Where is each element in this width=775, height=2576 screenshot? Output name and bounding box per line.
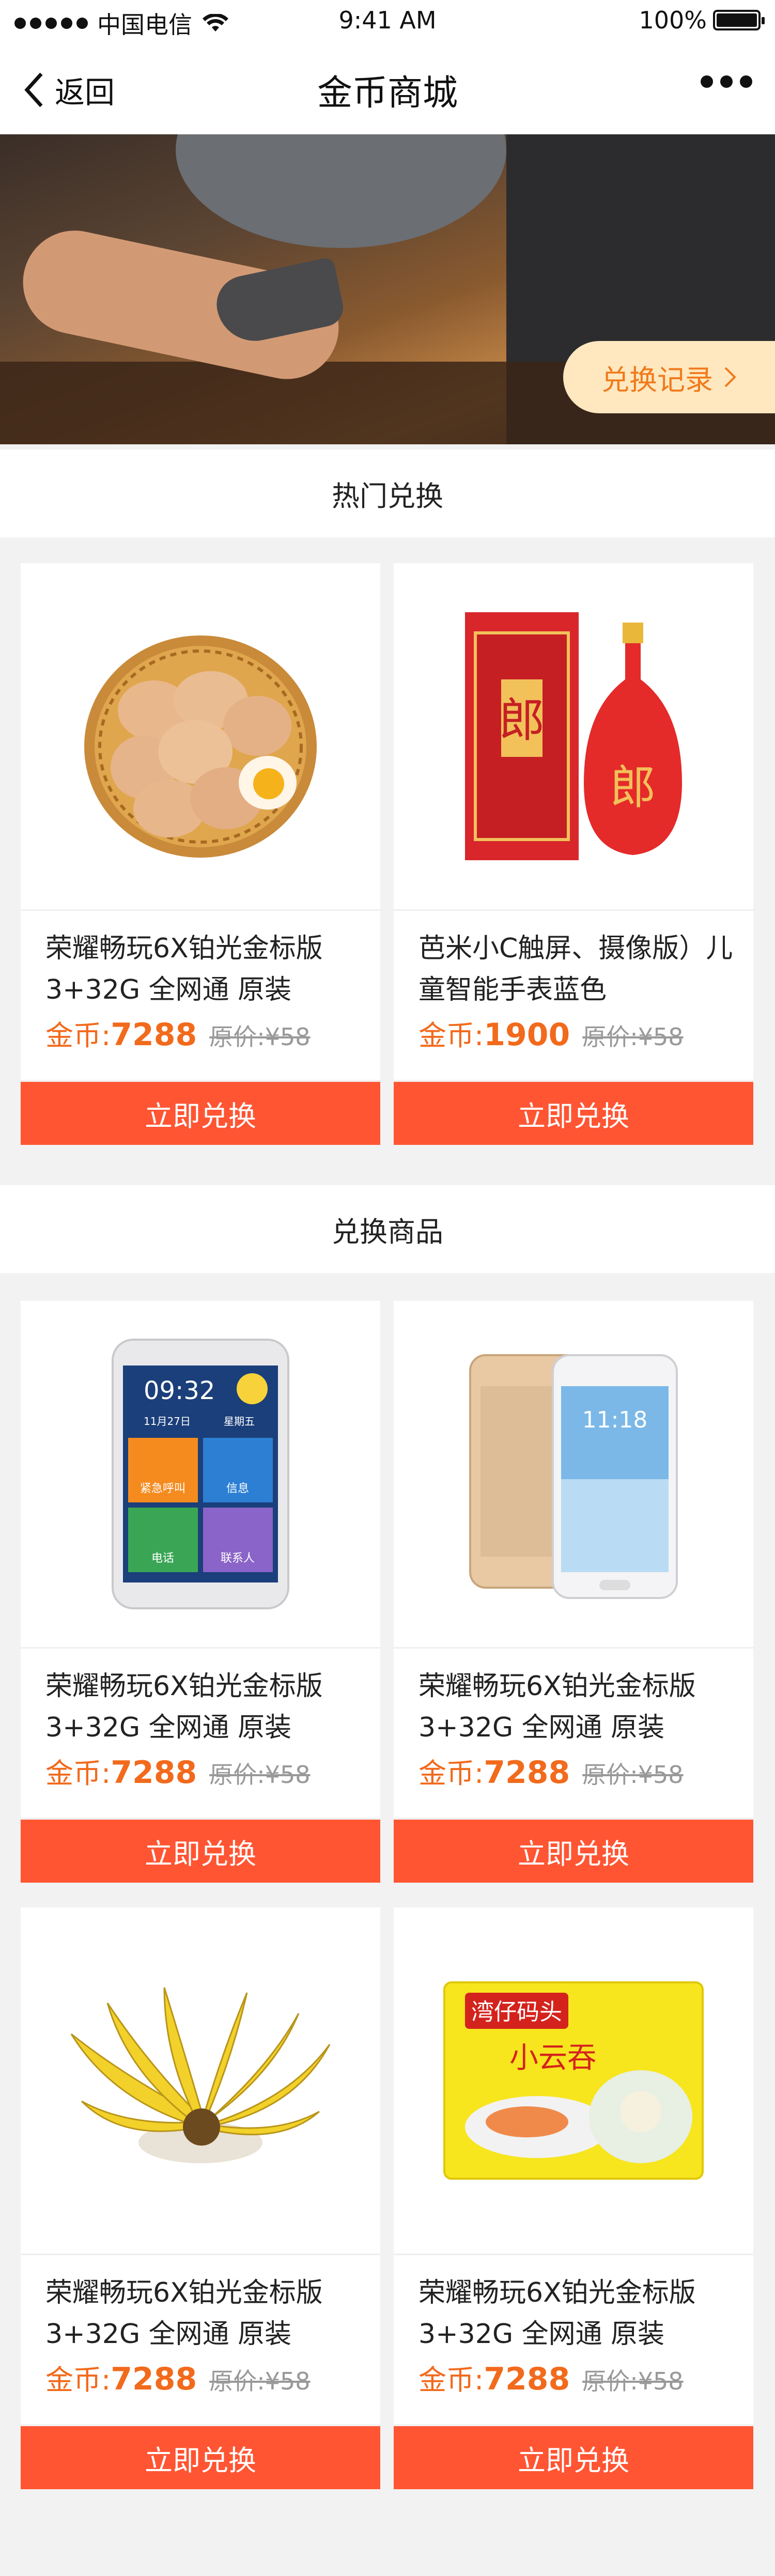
- coin-value: 7288: [111, 1755, 197, 1791]
- exchange-record-label: 兑换记录: [601, 363, 713, 396]
- exchange-button[interactable]: 立即兑换: [21, 2426, 380, 2489]
- exchange-button[interactable]: 立即兑换: [394, 1820, 753, 1883]
- product-price: 金币: 7288 原价:¥58: [419, 2357, 684, 2398]
- nav-bar: 返回 金币商城: [0, 43, 775, 134]
- product-card[interactable]: 荣耀畅玩6X铂光金标版3+32G 全网通 原装 金币: 7288 原价:¥58 …: [21, 1907, 380, 2489]
- coin-label: 金币:: [419, 1757, 484, 1790]
- wonton-product: 小云吞: [509, 2041, 596, 2075]
- coin-label: 金币:: [45, 1019, 111, 1052]
- tile-contacts: 联系人: [221, 1552, 255, 1565]
- coin-label: 金币:: [419, 1019, 484, 1052]
- product-price: 金币: 7288 原价:¥58: [45, 1013, 311, 1053]
- original-price: 原价:¥58: [209, 1761, 311, 1789]
- product-name: 芭米小C触屏、摄像版）儿童智能手表蓝色: [419, 933, 733, 1005]
- coin-label: 金币:: [45, 2364, 111, 2396]
- phone-weekday: 星期五: [224, 1415, 255, 1427]
- section-exchange-goods: 兑换商品: [0, 1185, 775, 1273]
- phone-time: 09:32: [144, 1376, 215, 1405]
- coin-value: 1900: [484, 1017, 570, 1053]
- coin-label: 金币:: [45, 1757, 111, 1790]
- original-price: 原价:¥58: [209, 1023, 311, 1051]
- product-card[interactable]: 荣耀畅玩6X铂光金标版3+32G 全网通 原装 金币: 7288 原价:¥58 …: [21, 563, 380, 1145]
- exchange-button[interactable]: 立即兑换: [21, 1082, 380, 1145]
- original-price: 原价:¥58: [582, 2367, 684, 2395]
- product-image-smartphone: 11:18: [394, 1301, 753, 1647]
- product-name: 荣耀畅玩6X铂光金标版3+32G 全网通 原装: [419, 2277, 696, 2350]
- original-price: 原价:¥58: [209, 2367, 311, 2395]
- product-price: 金币: 1900 原价:¥58: [419, 1013, 684, 1053]
- coin-value: 7288: [111, 2361, 197, 2397]
- exchange-button[interactable]: 立即兑换: [394, 2426, 753, 2489]
- coin-value: 7288: [484, 2361, 570, 2397]
- coin-value: 7288: [111, 1017, 197, 1053]
- section-hot-exchange: 热门兑换: [0, 449, 775, 537]
- product-image-wonton: 湾仔码头 小云吞: [394, 1907, 753, 2254]
- coin-label: 金币:: [419, 2364, 484, 2396]
- product-image-bananas: [21, 1907, 380, 2254]
- product-card[interactable]: 郎 郎 芭米小C触屏、摄像版）儿童智能手表蓝色 金币: 1900 原价:¥58 …: [394, 563, 753, 1145]
- product-image-liquor: 郎 郎: [394, 563, 753, 909]
- product-price: 金币: 7288 原价:¥58: [45, 1750, 311, 1791]
- tile-call: 电话: [151, 1552, 174, 1565]
- wonton-brand: 湾仔码头: [471, 1999, 562, 2025]
- phone-date: 11月27日: [144, 1415, 191, 1427]
- product-name: 荣耀畅玩6X铂光金标版3+32G 全网通 原装: [419, 1671, 696, 1743]
- product-card[interactable]: 09:32 11月27日 星期五 紧急呼叫 信息 电话 联系人 荣耀畅玩6X铂光…: [21, 1301, 380, 1883]
- product-name: 荣耀畅玩6X铂光金标版3+32G 全网通 原装: [45, 1671, 323, 1743]
- product-card[interactable]: 湾仔码头 小云吞 荣耀畅玩6X铂光金标版3+32G 全网通 原装 金币: 728…: [394, 1907, 753, 2489]
- page-title: 金币商城: [317, 73, 458, 114]
- tile-message: 信息: [226, 1482, 249, 1495]
- section-title: 兑换商品: [332, 1215, 443, 1248]
- gold-phone-time: 11:18: [582, 1407, 648, 1433]
- banner[interactable]: 兑换记录: [0, 134, 775, 444]
- product-image-eggs: [21, 563, 380, 909]
- exchange-button[interactable]: 立即兑换: [394, 1082, 753, 1145]
- liquor-bottle-label: 郎: [610, 761, 656, 815]
- coin-value: 7288: [484, 1755, 570, 1791]
- product-card[interactable]: 11:18 荣耀畅玩6X铂光金标版3+32G 全网通 原装 金币: 7288 原…: [394, 1301, 753, 1883]
- battery-icon: [713, 10, 765, 30]
- original-price: 原价:¥58: [582, 1023, 684, 1051]
- tile-emergency: 紧急呼叫: [140, 1482, 185, 1495]
- product-price: 金币: 7288 原价:¥58: [419, 1750, 684, 1791]
- status-bar: 中国电信 9:41 AM 100%: [0, 0, 775, 43]
- chevron-right-icon: [724, 367, 736, 387]
- exchange-button[interactable]: 立即兑换: [21, 1820, 380, 1883]
- product-name: 荣耀畅玩6X铂光金标版3+32G 全网通 原装: [45, 933, 323, 1005]
- exchange-record-button[interactable]: 兑换记录: [563, 341, 775, 413]
- battery-label: 100%: [639, 6, 707, 34]
- liquor-box-label: 郎: [499, 693, 545, 748]
- section-title: 热门兑换: [332, 479, 443, 513]
- more-icon[interactable]: [701, 75, 752, 88]
- product-name: 荣耀畅玩6X铂光金标版3+32G 全网通 原装: [45, 2277, 323, 2350]
- original-price: 原价:¥58: [582, 1761, 684, 1789]
- product-price: 金币: 7288 原价:¥58: [45, 2357, 311, 2398]
- product-image-senior-phone: 09:32 11月27日 星期五 紧急呼叫 信息 电话 联系人: [21, 1301, 380, 1647]
